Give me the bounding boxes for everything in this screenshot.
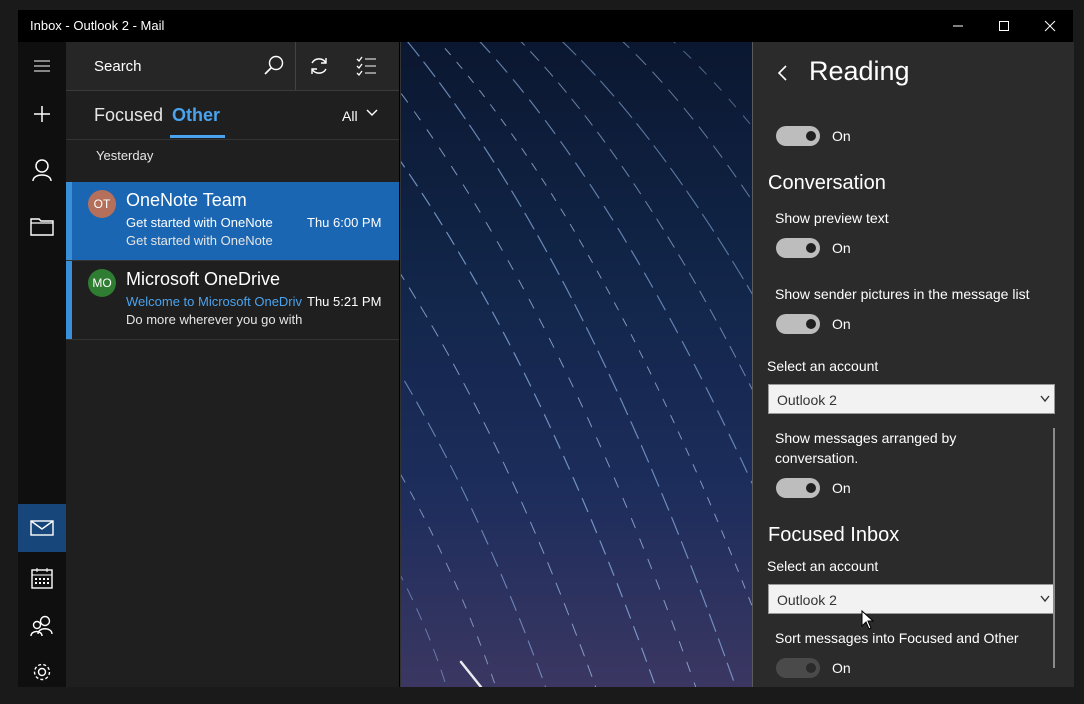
selection-bar <box>66 182 72 260</box>
minimize-icon <box>953 25 963 27</box>
search-separator <box>295 42 296 90</box>
inbox-tabs: Focused Other All <box>66 91 399 140</box>
tab-other[interactable]: Other <box>172 105 220 126</box>
arranged-by-conversation-toggle[interactable] <box>776 478 820 498</box>
mouse-cursor-icon <box>861 610 875 630</box>
sort-messages-state: On <box>832 660 851 676</box>
mail-button[interactable] <box>18 504 66 552</box>
chevron-down-icon[interactable] <box>366 109 378 117</box>
search-bar: Search <box>66 42 399 91</box>
new-mail-button[interactable] <box>18 90 66 138</box>
conversation-account-label: Select an account <box>767 358 879 374</box>
sender-name: OneNote Team <box>126 190 247 210</box>
conversation-section-title: Conversation <box>768 172 886 194</box>
filter-dropdown[interactable]: All <box>342 108 358 124</box>
received-time: Thu 5:21 PM <box>307 294 382 309</box>
sort-messages-toggle[interactable] <box>776 658 820 678</box>
focused-inbox-section-title: Focused Inbox <box>768 524 900 546</box>
mail-icon <box>30 520 54 536</box>
preview-text: Do more wherever you go with <box>126 312 303 327</box>
folders-button[interactable] <box>18 202 66 250</box>
arranged-by-conversation-label: Show messages arranged by conversation. <box>775 430 957 466</box>
menu-button[interactable] <box>18 42 66 90</box>
active-tab-indicator <box>170 135 225 138</box>
subject: Welcome to Microsoft OneDrive <box>126 294 302 309</box>
gear-icon <box>33 663 51 681</box>
sender-name: Microsoft OneDrive <box>126 269 281 289</box>
chevron-down-icon <box>1040 595 1050 603</box>
person-icon <box>32 159 52 182</box>
plus-icon <box>34 106 50 122</box>
settings-title: Reading <box>809 56 910 86</box>
focused-account-select[interactable]: Outlook 2 <box>768 584 1055 614</box>
message-list-pane: Search Focused Other All Yesterday OT On… <box>66 42 399 687</box>
tab-focused[interactable]: Focused <box>94 105 163 126</box>
sender-pictures-state: On <box>832 316 851 332</box>
minimize-button[interactable] <box>935 10 981 42</box>
reading-settings-panel: Reading On Conversation Show preview tex… <box>752 42 1074 687</box>
preview-text-label: Show preview text <box>775 210 889 226</box>
star-trails-image <box>401 42 753 687</box>
sender-pictures-label: Show sender pictures in the message list <box>775 286 1030 302</box>
settings-scrollbar[interactable] <box>1053 428 1055 668</box>
list-item[interactable]: MO Microsoft OneDrive Welcome to Microso… <box>66 261 399 339</box>
navigation-rail <box>18 42 66 687</box>
window-title: Inbox - Outlook 2 - Mail <box>30 18 165 33</box>
reading-pane-background <box>400 42 753 687</box>
title-bar: Inbox - Outlook 2 - Mail <box>18 10 1073 42</box>
close-icon <box>1044 20 1056 32</box>
back-arrow-icon[interactable] <box>777 65 789 81</box>
focused-account-label: Select an account <box>767 558 879 574</box>
maximize-button[interactable] <box>981 10 1027 42</box>
close-button[interactable] <box>1027 10 1073 42</box>
arranged-by-conversation-state: On <box>832 480 851 496</box>
selection-mode-icon[interactable] <box>356 55 378 77</box>
accounts-button[interactable] <box>18 146 66 194</box>
preview-text-toggle[interactable] <box>776 238 820 258</box>
list-item[interactable]: OT OneNote Team Get started with OneNote… <box>66 182 399 260</box>
hamburger-icon <box>34 60 50 72</box>
maximize-icon <box>999 21 1009 31</box>
search-input[interactable]: Search <box>94 58 142 75</box>
top-toggle-state: On <box>832 128 851 144</box>
calendar-button[interactable] <box>18 554 66 602</box>
subject: Get started with OneNote <box>126 215 273 230</box>
avatar: MO <box>88 269 116 297</box>
sync-icon[interactable] <box>308 55 330 77</box>
mail-window: Inbox - Outlook 2 - Mail Search Focused … <box>18 10 1074 687</box>
calendar-icon <box>31 568 53 589</box>
chevron-down-icon <box>1040 395 1050 403</box>
focused-account-value: Outlook 2 <box>777 592 837 608</box>
sort-messages-label: Sort messages into Focused and Other <box>775 630 1019 646</box>
preview-text: Get started with OneNote <box>126 233 273 248</box>
settings-button[interactable] <box>18 648 66 696</box>
received-time: Thu 6:00 PM <box>307 215 382 230</box>
folder-icon <box>30 218 54 236</box>
conversation-account-value: Outlook 2 <box>777 392 837 408</box>
preview-text-state: On <box>832 240 851 256</box>
conversation-account-select[interactable]: Outlook 2 <box>768 384 1055 414</box>
top-toggle[interactable] <box>776 126 820 146</box>
date-group-header: Yesterday <box>96 148 154 163</box>
people-button[interactable] <box>18 602 66 650</box>
people-icon <box>30 615 53 637</box>
list-divider <box>66 339 399 340</box>
sender-pictures-toggle[interactable] <box>776 314 820 334</box>
unread-bar <box>66 261 72 339</box>
avatar: OT <box>88 190 116 218</box>
search-icon[interactable] <box>263 55 285 77</box>
